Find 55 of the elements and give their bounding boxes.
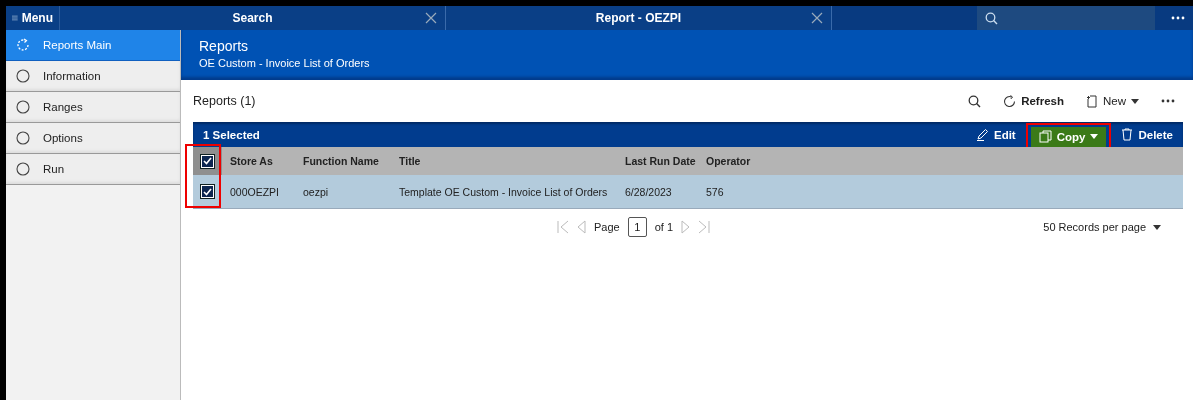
copy-button[interactable]: Copy: [1030, 126, 1107, 147]
refresh-icon: [16, 38, 30, 52]
search-field[interactable]: [977, 6, 1155, 30]
search-icon[interactable]: [968, 94, 982, 108]
sidebar-item[interactable]: Ranges: [6, 92, 180, 123]
tab[interactable]: Search: [60, 6, 446, 30]
refresh-button[interactable]: Refresh: [1003, 94, 1064, 108]
page-title: Reports: [199, 38, 250, 54]
radio-icon: [16, 131, 30, 145]
copy-icon: [1038, 130, 1052, 143]
menu-icon[interactable]: [12, 13, 18, 23]
sidebar-item[interactable]: Information: [6, 61, 180, 92]
checkbox[interactable]: [201, 185, 214, 198]
page-count: of 1: [654, 221, 674, 233]
table-cell-text: 6/28/2023: [625, 185, 673, 198]
page-subtitle: OE Custom - Invoice List of Orders: [199, 57, 371, 69]
table-cell-text: 000OEZPI: [230, 185, 281, 198]
more-icon[interactable]: [1171, 16, 1185, 20]
caret-icon: [1131, 98, 1139, 104]
page-number-field[interactable]: 1: [627, 217, 647, 237]
new-button[interactable]: New: [1086, 94, 1139, 108]
table-cell-text: oezpi: [303, 185, 330, 198]
list-title: Reports (1): [193, 94, 257, 108]
close-icon[interactable]: [811, 12, 823, 24]
radio-icon: [16, 162, 30, 176]
new-document-icon: [1086, 94, 1098, 108]
column-header[interactable]: Last Run Date: [625, 155, 706, 167]
table-row[interactable]: 000OEZPI oezpi Template OE Custom - Invoice List of Orders 6/28/2023 576: [193, 175, 1183, 209]
column-header[interactable]: Operator: [706, 155, 1183, 167]
sidebar-item[interactable]: Run: [6, 154, 180, 185]
caret-icon: [1090, 134, 1099, 139]
column-header[interactable]: Title: [399, 155, 625, 167]
caret-icon: [1153, 224, 1161, 230]
close-icon[interactable]: [425, 12, 437, 24]
more-icon[interactable]: [1161, 99, 1175, 103]
edit-button[interactable]: Edit: [970, 124, 1022, 145]
selection-count: 1 Selected: [203, 128, 261, 141]
column-header[interactable]: Function Name: [303, 155, 399, 167]
tab[interactable]: Report - OEZPI: [446, 6, 832, 30]
menu-button[interactable]: Menu: [6, 6, 60, 30]
refresh-icon: [1003, 94, 1017, 108]
radio-icon: [16, 69, 30, 83]
trash-icon: [1121, 128, 1134, 141]
sidebar-item[interactable]: Options: [6, 123, 180, 154]
checkbox[interactable]: [201, 154, 214, 168]
page-size-dropdown[interactable]: 50 Records per page: [1037, 220, 1167, 234]
table-cell-text: 576: [706, 185, 725, 198]
page-label: Page: [594, 221, 620, 233]
radio-icon: [16, 100, 30, 114]
sidebar-item[interactable]: Reports Main: [6, 30, 180, 61]
table-cell-text: Template OE Custom - Invoice List of Orders: [399, 185, 609, 198]
column-header[interactable]: Store As: [230, 155, 303, 167]
delete-button[interactable]: Delete: [1115, 124, 1179, 145]
pencil-icon: [976, 128, 989, 141]
search-icon[interactable]: [985, 11, 998, 25]
